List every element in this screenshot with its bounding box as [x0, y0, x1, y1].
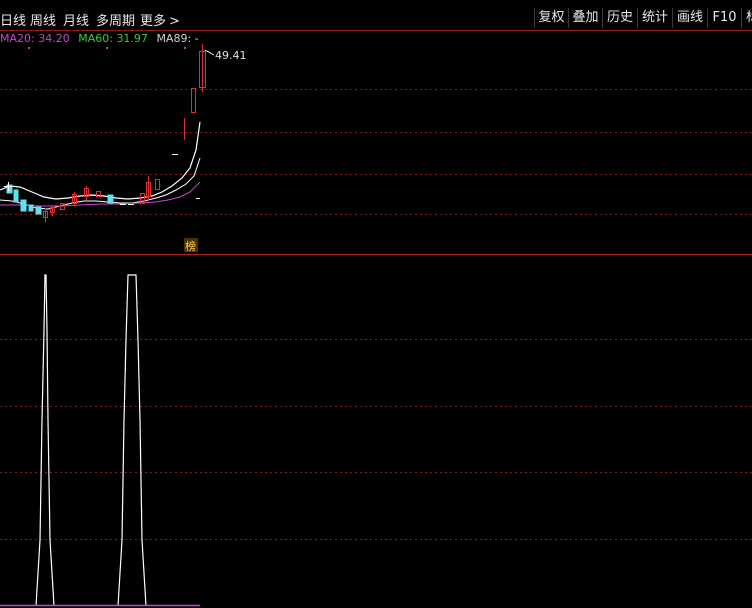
candle-up: [155, 179, 160, 190]
candle-down: [28, 204, 34, 212]
doji-marks: [4, 154, 200, 205]
top-markers: [28, 47, 186, 49]
candle-down: [13, 189, 19, 203]
indicator-spike-1: [35, 274, 55, 607]
candle-down: [107, 194, 114, 204]
marker-dot: [184, 47, 186, 49]
price-annotation-pointer: [204, 49, 215, 56]
candle-down: [20, 199, 27, 212]
ma-white-line: [0, 121, 201, 200]
price-annotation: 49.41: [215, 49, 247, 62]
indicator-grid: [0, 339, 752, 540]
marker-dot: [28, 47, 30, 49]
rank-marker-label: 榜: [185, 239, 196, 253]
candle-up: [191, 88, 196, 113]
candle-up: [60, 203, 65, 210]
indicator-spike-2: [117, 274, 147, 607]
marker-dot: [106, 47, 108, 49]
candle-up: [140, 193, 145, 204]
chart-canvas[interactable]: 49.41 榜: [0, 0, 752, 608]
candle-down: [35, 206, 42, 215]
ma-cyan-line: [0, 157, 201, 210]
